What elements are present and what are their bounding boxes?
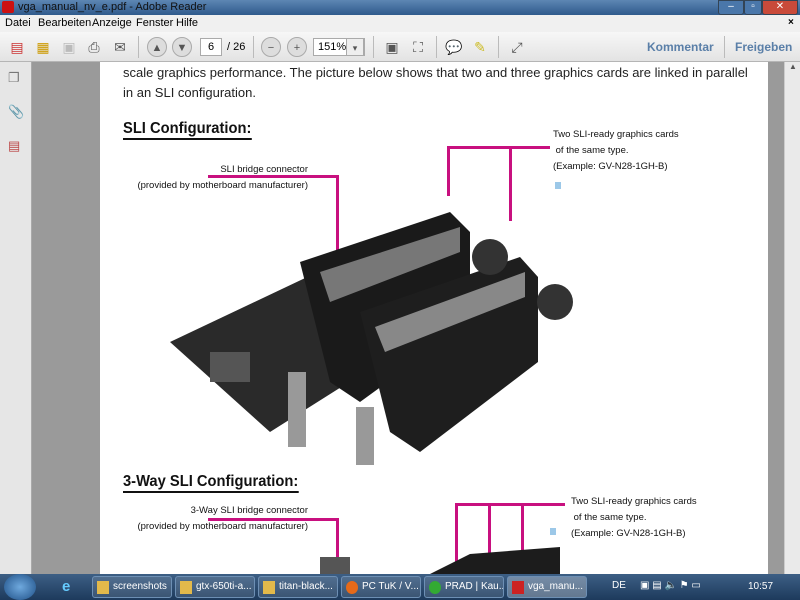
annotation-3way-cards: Two SLI-ready graphics cards of the same… xyxy=(571,496,697,539)
print-icon[interactable]: ⎙ xyxy=(84,37,104,57)
share-link[interactable]: Freigeben xyxy=(735,40,792,54)
annotation-cards: Two SLI-ready graphics cards of the same… xyxy=(553,129,679,172)
annotation-bridge: SLI bridge connector (provided by motherb… xyxy=(137,164,308,191)
menu-fenster[interactable]: Fenster xyxy=(136,17,173,29)
taskbar-item-screenshots[interactable]: screenshots xyxy=(92,576,172,598)
taskbar-item-titan[interactable]: titan-black... xyxy=(258,576,338,598)
comment-link[interactable]: Kommentar xyxy=(647,40,714,54)
vertical-scrollbar[interactable]: ▲ xyxy=(784,62,800,574)
maximize-button[interactable]: ▫ xyxy=(744,0,762,15)
close-document-icon[interactable]: × xyxy=(788,17,794,28)
save-icon[interactable]: ▣ xyxy=(59,37,79,57)
paragraph-line: scale graphics performance. The picture … xyxy=(123,65,748,80)
internet-explorer-icon[interactable]: e xyxy=(62,578,70,595)
page-total: / 26 xyxy=(227,41,246,53)
taskbar: e screenshots gtx-650ti-a... titan-black… xyxy=(0,574,800,600)
menu-bearbeiten[interactable]: Bearbeiten xyxy=(38,17,91,29)
paragraph-line: in an SLI configuration. xyxy=(123,85,256,100)
page-number-input[interactable]: 6 xyxy=(200,38,222,56)
taskbar-item-firefox[interactable]: PC TuK / V... xyxy=(341,576,421,598)
sli-graphics-cards-image xyxy=(170,212,573,465)
navigation-pane: ❐ 📎 ▤ xyxy=(0,62,32,574)
3way-sli-image xyxy=(320,547,560,574)
clock[interactable]: 10:57 xyxy=(748,581,773,592)
tray-icons[interactable]: ▣ ▤ 🔈 ⚑ ▭ xyxy=(640,580,701,591)
zoom-dropdown-icon[interactable]: ▾ xyxy=(346,38,364,56)
create-pdf-icon[interactable]: ▤ xyxy=(7,37,27,57)
zoom-in-button[interactable]: + xyxy=(287,37,307,57)
comment-icon[interactable]: 💬 xyxy=(444,37,464,57)
adobe-reader-icon xyxy=(2,1,14,13)
title-bar: vga_manual_nv_e.pdf - Adobe Reader – ▫ ✕ xyxy=(0,0,800,15)
fit-width-icon[interactable]: ⛶ xyxy=(408,37,428,57)
menu-hilfe[interactable]: Hilfe xyxy=(176,17,198,29)
scroll-up-icon[interactable]: ▲ xyxy=(787,62,799,76)
menu-bar: Datei Bearbeiten Anzeige Fenster Hilfe × xyxy=(0,15,800,32)
close-button[interactable]: ✕ xyxy=(762,0,798,15)
open-icon[interactable]: ▦ xyxy=(33,37,53,57)
attachments-icon[interactable]: 📎 xyxy=(8,104,24,120)
next-page-button[interactable]: ▼ xyxy=(172,37,192,57)
window-title: vga_manual_nv_e.pdf - Adobe Reader xyxy=(18,1,207,13)
menu-anzeige[interactable]: Anzeige xyxy=(92,17,132,29)
zoom-out-button[interactable]: − xyxy=(261,37,281,57)
language-indicator[interactable]: DE xyxy=(612,580,626,591)
minimize-button[interactable]: – xyxy=(718,0,744,15)
email-icon[interactable]: ✉ xyxy=(110,37,130,57)
taskbar-item-gtx[interactable]: gtx-650ti-a... xyxy=(175,576,255,598)
toolbar: ▤ ▦ ▣ ⎙ ✉ ▲ ▼ 6 / 26 − + 151% ▾ ▣ ⛶ 💬 ✎ … xyxy=(0,32,800,62)
heading-sli: SLI Configuration: xyxy=(123,120,252,140)
menu-datei[interactable]: Datei xyxy=(5,17,31,29)
taskbar-item-chrome[interactable]: PRAD | Kau... xyxy=(424,576,504,598)
pages-icon[interactable]: ❐ xyxy=(8,70,24,86)
fit-page-icon[interactable]: ▣ xyxy=(382,37,402,57)
previous-page-button[interactable]: ▲ xyxy=(147,37,167,57)
signatures-icon[interactable]: ▤ xyxy=(8,138,24,154)
highlight-icon[interactable]: ✎ xyxy=(470,37,490,57)
heading-3way-sli: 3-Way SLI Configuration: xyxy=(123,473,299,493)
document-page: scale graphics performance. The picture … xyxy=(100,62,768,574)
fullscreen-icon[interactable]: ⤢ xyxy=(507,37,527,57)
taskbar-item-reader[interactable]: vga_manu... xyxy=(507,576,587,598)
start-button[interactable] xyxy=(4,574,36,600)
